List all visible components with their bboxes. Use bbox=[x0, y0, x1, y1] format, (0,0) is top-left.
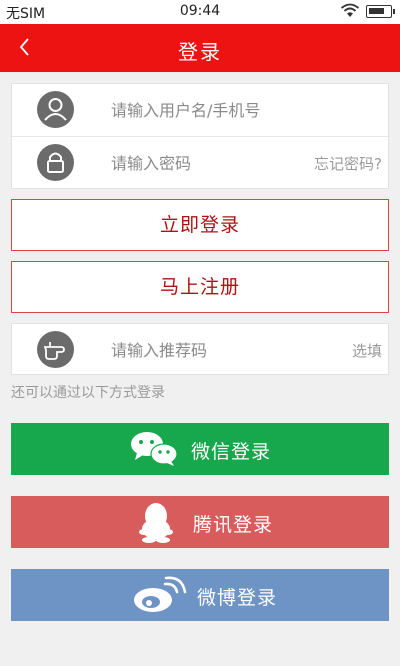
qq-penguin-icon bbox=[136, 501, 176, 547]
referral-row: 选填 bbox=[12, 324, 388, 374]
password-row: 忘记密码? bbox=[12, 137, 388, 189]
referral-code-input[interactable] bbox=[111, 336, 291, 364]
referral-card: 选填 bbox=[11, 323, 389, 375]
weibo-icon bbox=[131, 575, 187, 619]
login-card: 忘记密码? bbox=[11, 83, 389, 189]
tencent-login-button[interactable]: 腾讯登录 bbox=[11, 496, 389, 548]
wechat-login-button[interactable]: 微信登录 bbox=[11, 423, 389, 475]
wifi-icon bbox=[340, 3, 360, 23]
pointing-hand-icon bbox=[37, 331, 74, 368]
status-bar: 无SIM 09:44 bbox=[0, 0, 400, 24]
weibo-login-label: 微博登录 bbox=[197, 587, 278, 609]
battery-icon bbox=[366, 5, 395, 18]
title-bar: 登录 bbox=[0, 24, 400, 72]
forgot-password-link[interactable]: 忘记密码? bbox=[314, 153, 382, 174]
lock-icon bbox=[37, 144, 74, 181]
tencent-login-label: 腾讯登录 bbox=[193, 514, 274, 536]
register-button[interactable]: 马上注册 bbox=[11, 261, 389, 313]
wechat-icon bbox=[129, 429, 181, 473]
weibo-login-button[interactable]: 微博登录 bbox=[11, 569, 389, 621]
login-button[interactable]: 立即登录 bbox=[11, 199, 389, 251]
alt-login-hint: 还可以通过以下方式登录 bbox=[11, 385, 165, 401]
user-avatar-icon bbox=[37, 91, 74, 128]
battery-level bbox=[369, 8, 385, 14]
optional-label: 选填 bbox=[351, 342, 382, 360]
username-input[interactable] bbox=[111, 96, 291, 124]
password-input[interactable] bbox=[111, 149, 291, 177]
username-row bbox=[12, 84, 388, 136]
wechat-login-label: 微信登录 bbox=[191, 441, 272, 463]
page-title: 登录 bbox=[178, 40, 222, 64]
